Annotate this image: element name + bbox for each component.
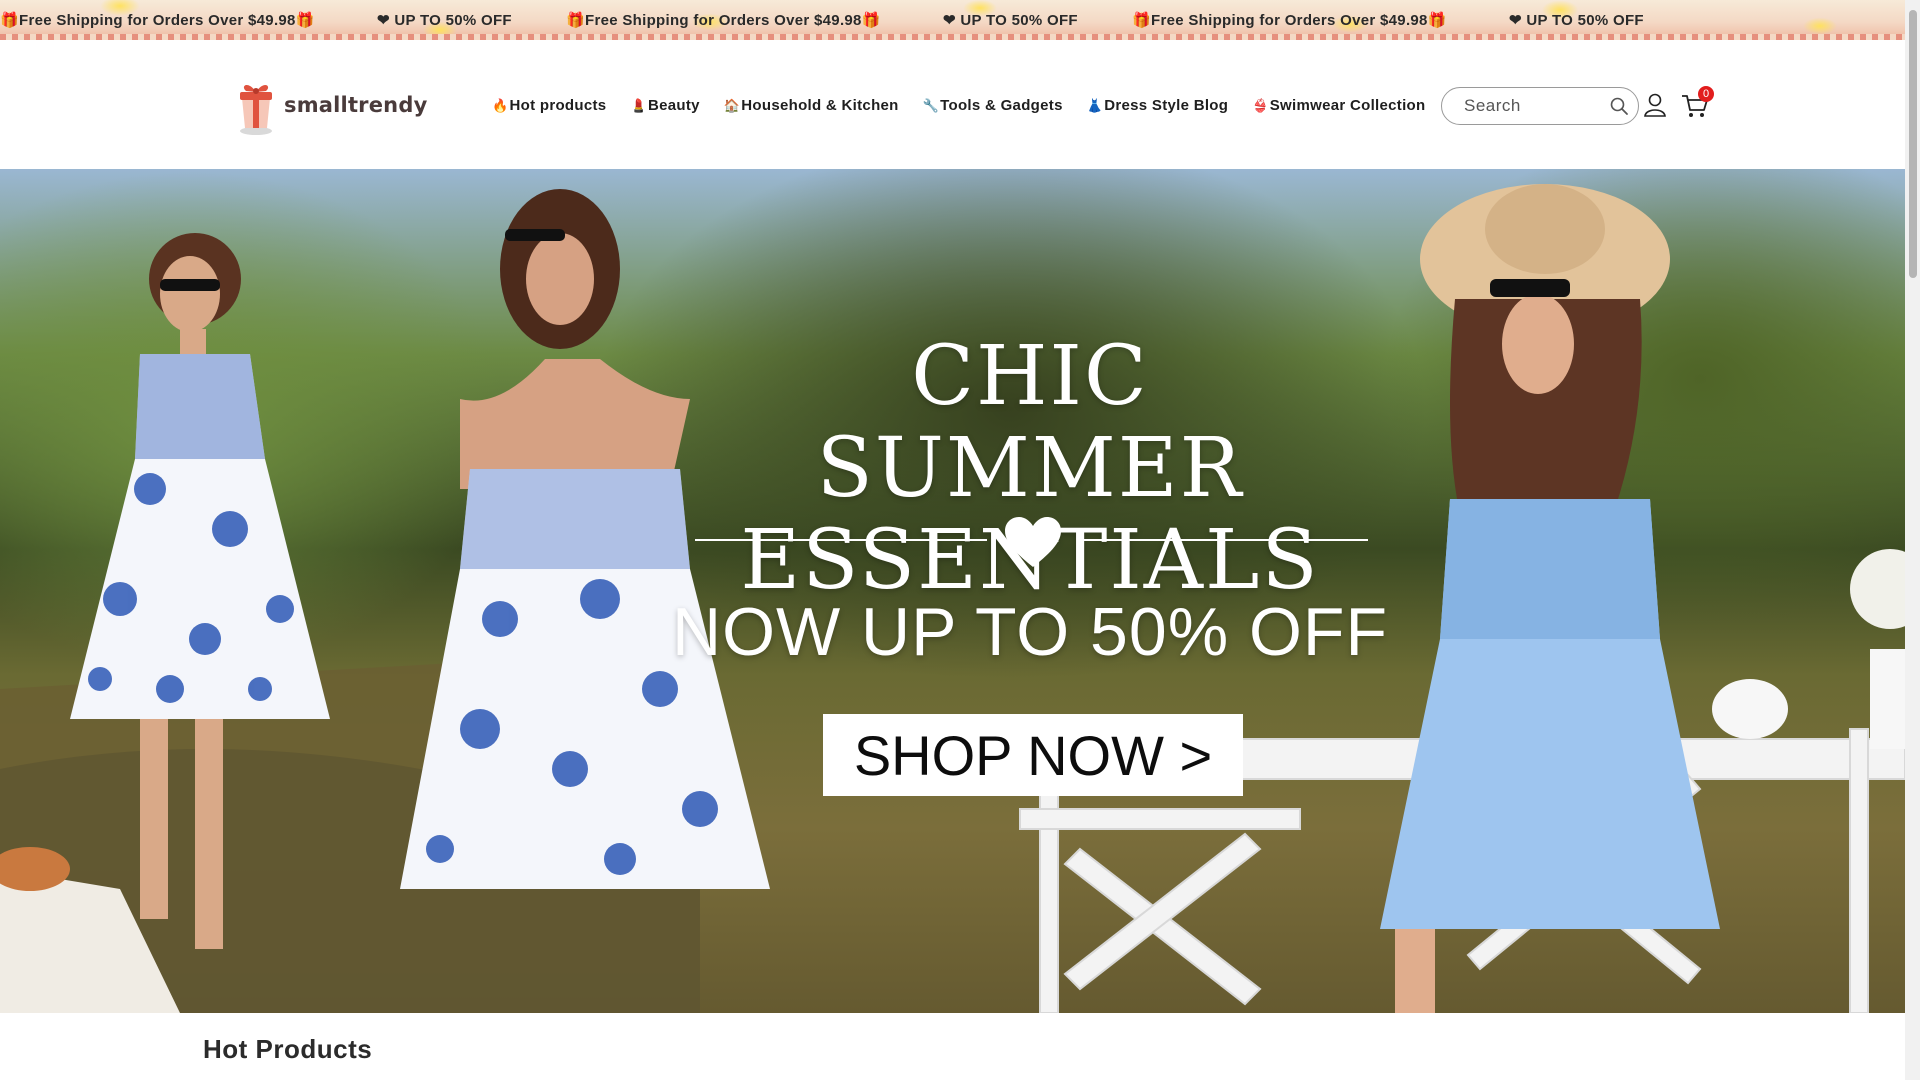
nav-item-label: Household & Kitchen bbox=[741, 97, 899, 114]
gift-logo-icon bbox=[240, 84, 272, 135]
bikini-icon: 👙 bbox=[1252, 98, 1269, 113]
nav-item-label: Tools & Gadgets bbox=[940, 97, 1063, 114]
wrench-icon: 🔧 bbox=[922, 98, 940, 113]
lipstick-icon: 💄 bbox=[630, 98, 647, 113]
fire-icon: 🔥 bbox=[492, 98, 509, 113]
nav-item-label: Hot products bbox=[509, 97, 607, 114]
search-input[interactable] bbox=[1462, 95, 1596, 117]
house-icon: 🏠 bbox=[723, 98, 741, 113]
nav-item-household-kitchen[interactable]: 🏠Household & Kitchen bbox=[724, 97, 899, 114]
dress-icon: 👗 bbox=[1086, 98, 1104, 113]
main-nav: 🔥Hot products 💄Beauty 🏠Household & Kitch… bbox=[492, 97, 1449, 114]
nav-item-tools-gadgets[interactable]: 🔧Tools & Gadgets bbox=[923, 97, 1063, 114]
nav-item-dress-style-blog[interactable]: 👗Dress Style Blog bbox=[1087, 97, 1229, 114]
nav-item-label: Dress Style Blog bbox=[1104, 97, 1229, 114]
announcement-item: ❤ UP TO 50% OFF bbox=[1509, 12, 1644, 29]
announcement-item: 🎁Free Shipping for Orders Over $49.98🎁 bbox=[566, 12, 881, 29]
heart-icon bbox=[1005, 517, 1061, 567]
nav-item-label: Beauty bbox=[647, 97, 700, 114]
section-title: Hot Products bbox=[203, 1034, 373, 1064]
announcement-bar: 🎁Free Shipping for Orders Over $49.98🎁 ❤… bbox=[0, 0, 1905, 40]
search-box[interactable] bbox=[1441, 87, 1639, 125]
scrollbar-thumb[interactable] bbox=[1909, 10, 1917, 278]
logo-text: smalltrendy bbox=[284, 93, 428, 117]
site-header: smalltrendy 🔥Hot products 💄Beauty 🏠House… bbox=[0, 40, 1905, 169]
divider bbox=[695, 539, 987, 541]
announcement-item: 🎁Free Shipping for Orders Over $49.98🎁 bbox=[1132, 12, 1447, 29]
nav-item-label: Swimwear Collection bbox=[1269, 97, 1426, 114]
announcement-item: ❤ UP TO 50% OFF bbox=[943, 12, 1078, 29]
hero-banner[interactable]: CHIC SUMMER ESSENTIALS NOW UP TO 50% OFF… bbox=[0, 169, 1905, 1013]
nav-item-hot-products[interactable]: 🔥Hot products bbox=[492, 97, 606, 114]
shop-now-button[interactable]: SHOP NOW > bbox=[823, 714, 1243, 796]
announcement-item: ❤ UP TO 50% OFF bbox=[377, 12, 512, 29]
scrollbar[interactable] bbox=[1905, 0, 1920, 1080]
nav-item-beauty[interactable]: 💄Beauty bbox=[630, 97, 699, 114]
announcement-item: 🎁Free Shipping for Orders Over $49.98🎁 bbox=[0, 12, 315, 29]
hero-subtitle: NOW UP TO 50% OFF bbox=[671, 594, 1389, 670]
search-icon[interactable] bbox=[1609, 96, 1629, 116]
hero-title-line: CHIC SUMMER bbox=[816, 329, 1244, 516]
divider bbox=[1078, 539, 1368, 541]
nav-item-swimwear-collection[interactable]: 👙Swimwear Collection bbox=[1252, 97, 1425, 114]
logo[interactable]: smalltrendy bbox=[232, 74, 427, 136]
cart-count-badge: 0 bbox=[1698, 86, 1714, 102]
account-icon[interactable] bbox=[1642, 92, 1668, 118]
